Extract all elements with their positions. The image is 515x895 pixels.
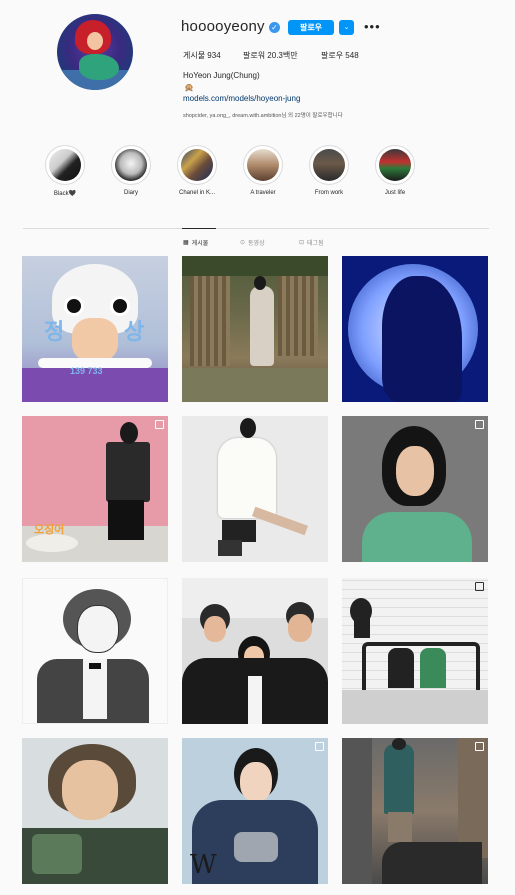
highlight-diary[interactable]: Diary <box>111 145 151 196</box>
carousel-icon <box>155 420 164 429</box>
grid-icon: ▦ <box>183 240 189 246</box>
bio-emoji: 🙊 <box>184 83 194 92</box>
highlight-black[interactable]: Black🖤 <box>45 145 85 197</box>
highlight-just-life[interactable]: Just life <box>375 145 415 196</box>
active-tab-indicator <box>182 228 216 229</box>
following-count[interactable]: 팔로우 548 <box>321 50 359 61</box>
username: hooooyeony <box>181 18 265 35</box>
tab-videos[interactable]: ⊙ 동영상 <box>240 238 265 247</box>
post-thumbnail[interactable] <box>342 738 488 884</box>
posts-count: 게시물 934 <box>183 51 221 60</box>
post-thumbnail[interactable] <box>182 416 328 562</box>
post-thumbnail[interactable]: 정 상 139 733 <box>22 256 168 402</box>
post-thumbnail[interactable] <box>342 416 488 562</box>
post-thumbnail[interactable] <box>22 738 168 884</box>
carousel-icon <box>475 742 484 751</box>
tabs-divider <box>23 228 489 229</box>
highlight-traveler[interactable]: A traveler <box>243 145 283 196</box>
tab-posts[interactable]: ▦ 게시물 <box>183 238 208 247</box>
post-thumbnail[interactable]: W <box>182 738 328 884</box>
carousel-icon <box>315 742 324 751</box>
carousel-icon <box>475 420 484 429</box>
post-thumbnail[interactable] <box>342 578 488 724</box>
bio-link[interactable]: models.com/models/hoyeon-jung <box>183 94 300 103</box>
post-thumbnail[interactable] <box>182 256 328 402</box>
follow-button[interactable]: 팔로우 <box>288 20 334 35</box>
profile-avatar[interactable] <box>57 14 133 90</box>
magazine-logo-w: W <box>190 850 217 880</box>
full-name: HoYeon Jung(Chung) <box>183 71 260 80</box>
more-options-icon[interactable]: ••• <box>364 19 381 34</box>
post-thumbnail[interactable] <box>182 578 328 724</box>
suggestions-dropdown-button[interactable]: ⌄ <box>339 20 354 35</box>
tab-tagged[interactable]: ⊡ 태그됨 <box>299 238 324 247</box>
post-thumbnail[interactable]: 오징어 <box>22 416 168 562</box>
verified-badge-icon: ✓ <box>269 22 280 33</box>
tag-icon: ⊡ <box>299 240 305 246</box>
followers-count[interactable]: 팔로워 20.3백만 <box>243 50 298 61</box>
video-icon: ⊙ <box>240 240 246 246</box>
followed-by-text[interactable]: shopcider, ya.ong_, dream.with.ambition님… <box>183 111 343 119</box>
carousel-icon <box>475 582 484 591</box>
post-thumbnail[interactable] <box>342 256 488 402</box>
highlight-from-work[interactable]: From work <box>309 145 349 196</box>
post-thumbnail[interactable] <box>22 578 168 724</box>
highlight-chanel[interactable]: Chanel in K... <box>177 145 217 196</box>
